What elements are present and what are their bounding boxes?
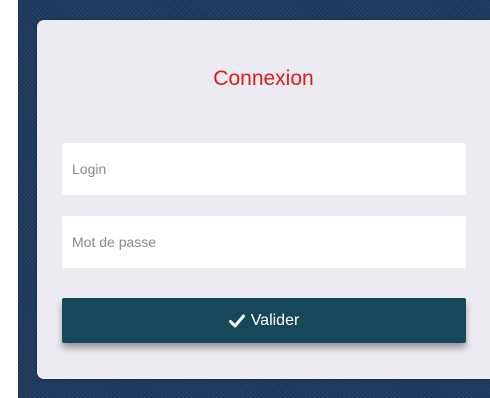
login-card: Connexion Valider bbox=[37, 20, 490, 379]
password-input[interactable] bbox=[62, 216, 466, 268]
form-title: Connexion bbox=[213, 67, 314, 90]
login-input[interactable] bbox=[62, 143, 466, 195]
submit-button[interactable]: Valider bbox=[62, 298, 466, 343]
check-icon bbox=[228, 314, 245, 328]
submit-label: Valider bbox=[250, 311, 300, 329]
